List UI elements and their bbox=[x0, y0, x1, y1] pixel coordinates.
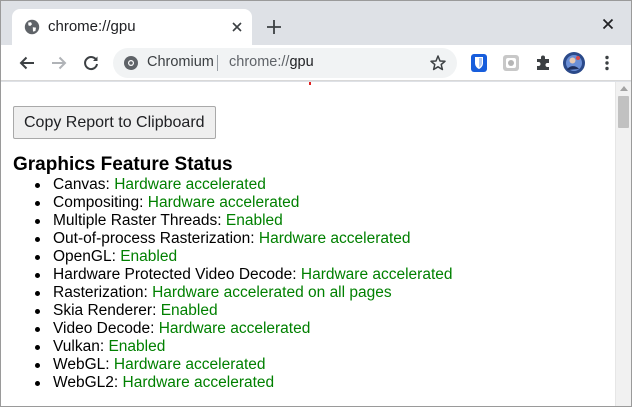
bullet-icon bbox=[35, 273, 40, 278]
feature-status: Hardware accelerated bbox=[147, 194, 300, 211]
feature-name: Skia Renderer: bbox=[53, 302, 157, 319]
feature-status: Hardware accelerated bbox=[300, 266, 453, 283]
browser-window: chrome://gpu Chromium chrome://gpu Copy … bbox=[0, 0, 632, 407]
feature-status: Enabled bbox=[108, 338, 166, 355]
url-host: gpu bbox=[289, 54, 314, 70]
feature-status: Hardware accelerated bbox=[158, 320, 311, 337]
feature-item: Canvas: Hardware accelerated bbox=[33, 176, 453, 194]
star-icon[interactable] bbox=[429, 54, 447, 72]
feature-name: WebGL: bbox=[53, 356, 110, 373]
puzzle-icon[interactable] bbox=[533, 53, 553, 73]
decorative-mark bbox=[309, 82, 311, 85]
tab-strip: chrome://gpu bbox=[1, 1, 631, 47]
feature-status: Hardware accelerated on all pages bbox=[152, 284, 392, 301]
feature-name: Multiple Raster Threads: bbox=[53, 212, 222, 229]
arrow-right-icon[interactable] bbox=[49, 53, 69, 73]
bullet-icon bbox=[35, 381, 40, 386]
globe-icon bbox=[24, 19, 40, 35]
feature-status: Hardware accelerated bbox=[258, 230, 411, 247]
close-icon[interactable] bbox=[599, 15, 617, 33]
feature-status: Enabled bbox=[160, 302, 218, 319]
page-content: Copy Report to Clipboard Graphics Featur… bbox=[1, 82, 615, 406]
feature-name: Video Decode: bbox=[53, 320, 155, 337]
feature-item: Vulkan: Enabled bbox=[33, 338, 453, 356]
bullet-icon bbox=[35, 219, 40, 224]
feature-item: WebGL: Hardware accelerated bbox=[33, 356, 453, 374]
feature-item: Out-of-process Rasterization: Hardware a… bbox=[33, 230, 453, 248]
plus-icon[interactable] bbox=[264, 17, 284, 37]
bullet-icon bbox=[35, 327, 40, 332]
feature-item: Skia Renderer: Enabled bbox=[33, 302, 453, 320]
kebab-menu-icon[interactable] bbox=[597, 53, 617, 73]
section-title: Graphics Feature Status bbox=[13, 154, 233, 175]
site-origin-label: Chromium bbox=[147, 54, 214, 70]
feature-item: WebGL2: Hardware accelerated bbox=[33, 374, 453, 392]
vertical-scrollbar[interactable] bbox=[615, 82, 631, 406]
feature-status: Hardware accelerated bbox=[114, 176, 266, 193]
feature-name: Canvas: bbox=[53, 176, 110, 193]
feature-status: Hardware accelerated bbox=[113, 356, 266, 373]
avatar[interactable] bbox=[563, 52, 585, 74]
scroll-thumb[interactable] bbox=[618, 96, 629, 128]
feature-item: Hardware Protected Video Decode: Hardwar… bbox=[33, 266, 453, 284]
bullet-icon bbox=[35, 363, 40, 368]
bitwarden-icon[interactable] bbox=[469, 53, 489, 73]
close-icon[interactable] bbox=[229, 19, 245, 35]
url-text[interactable]: chrome://gpu bbox=[229, 54, 314, 70]
toolbar: Chromium chrome://gpu bbox=[1, 45, 631, 81]
url-scheme: chrome:// bbox=[229, 54, 290, 70]
feature-name: Rasterization: bbox=[53, 284, 148, 301]
feature-status: Hardware accelerated bbox=[122, 374, 275, 391]
feature-status: Enabled bbox=[225, 212, 283, 229]
feature-item: OpenGL: Enabled bbox=[33, 248, 453, 266]
bullet-icon bbox=[35, 201, 40, 206]
feature-status: Enabled bbox=[120, 248, 178, 265]
divider bbox=[217, 55, 218, 71]
feature-name: Hardware Protected Video Decode: bbox=[53, 266, 297, 283]
feature-status-list: Canvas: Hardware accelerated Compositing:… bbox=[33, 176, 453, 392]
tab-title: chrome://gpu bbox=[48, 18, 136, 35]
bullet-icon bbox=[35, 345, 40, 350]
feature-item: Multiple Raster Threads: Enabled bbox=[33, 212, 453, 230]
arrow-left-icon[interactable] bbox=[17, 53, 37, 73]
bullet-icon bbox=[35, 255, 40, 260]
feature-item: Rasterization: Hardware accelerated on a… bbox=[33, 284, 453, 302]
feature-item: Video Decode: Hardware accelerated bbox=[33, 320, 453, 338]
chromium-icon bbox=[123, 55, 139, 71]
feature-name: Out-of-process Rasterization: bbox=[53, 230, 255, 247]
bullet-icon bbox=[35, 183, 40, 188]
bullet-icon bbox=[35, 291, 40, 296]
copy-report-button[interactable]: Copy Report to Clipboard bbox=[13, 106, 216, 139]
bullet-icon bbox=[35, 309, 40, 314]
bullet-icon bbox=[35, 237, 40, 242]
feature-name: OpenGL: bbox=[53, 248, 116, 265]
reload-icon[interactable] bbox=[81, 53, 101, 73]
scroll-up-arrow-icon[interactable] bbox=[620, 86, 628, 91]
extension-placeholder-icon[interactable] bbox=[501, 53, 521, 73]
feature-name: WebGL2: bbox=[53, 374, 119, 391]
address-bar[interactable]: Chromium chrome://gpu bbox=[113, 48, 457, 78]
feature-name: Compositing: bbox=[53, 194, 144, 211]
feature-item: Compositing: Hardware accelerated bbox=[33, 194, 453, 212]
tab-gpu[interactable]: chrome://gpu bbox=[12, 9, 252, 47]
feature-name: Vulkan: bbox=[53, 338, 105, 355]
